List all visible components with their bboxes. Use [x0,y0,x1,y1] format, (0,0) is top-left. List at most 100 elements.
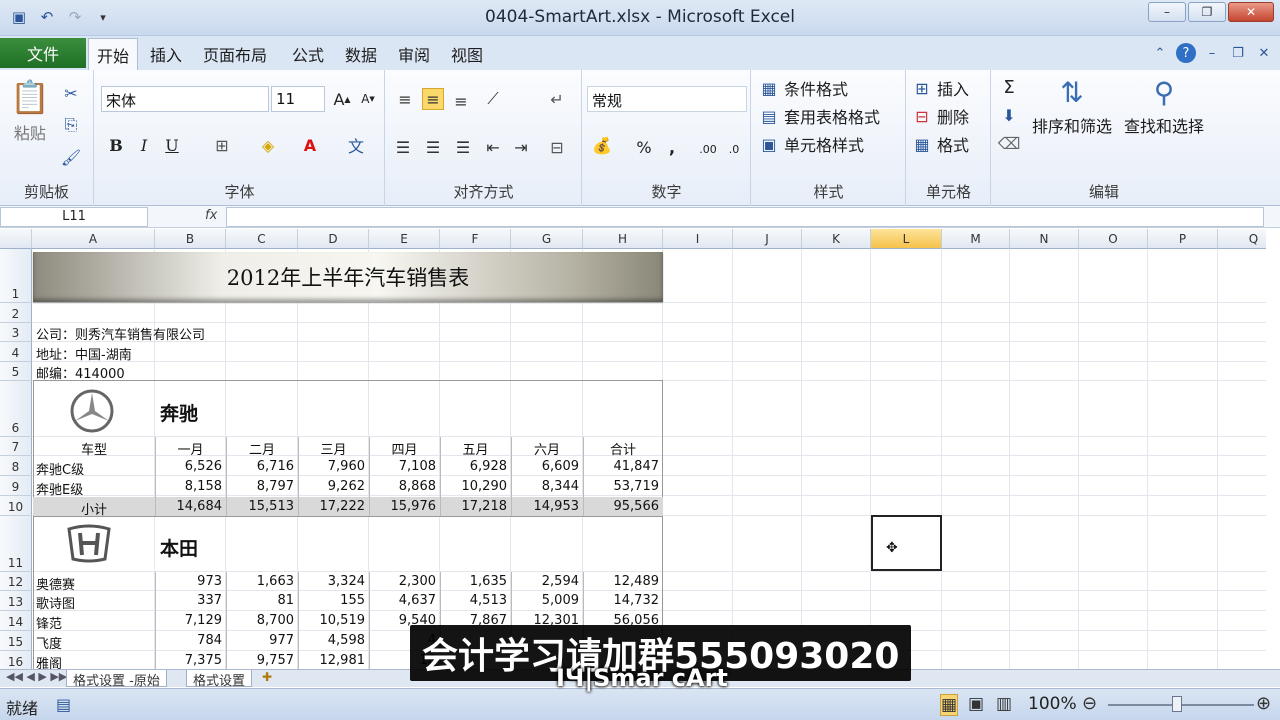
restore-button[interactable]: ❐ [1188,2,1226,22]
table-header-cell[interactable]: 六月 [511,439,583,458]
table-cell[interactable]: 14,684 [155,499,226,514]
align-top-icon[interactable]: ≡ [394,88,416,110]
sheet-tab-original[interactable]: 格式设置 -原始 [66,670,167,689]
cut-icon[interactable]: ✂ [60,82,82,104]
table-cell[interactable]: 4,637 [369,593,440,608]
table-cell[interactable]: 14,732 [583,593,663,608]
table-cell[interactable]: 4,513 [440,593,511,608]
autosum-icon[interactable]: Σ [998,76,1020,98]
table-header-cell[interactable]: 五月 [440,439,511,458]
table-cell[interactable]: 95,566 [583,499,663,514]
tab-view[interactable]: 视图 [451,42,483,66]
fill-icon[interactable]: ⬇ [998,104,1020,126]
close-button[interactable]: ✕ [1228,2,1274,22]
table-cell[interactable]: 7,129 [155,613,226,628]
find-select-button[interactable]: ⚲ 查找和选择 [1124,76,1204,137]
table-cell[interactable]: 10,519 [298,613,369,628]
table-cell[interactable]: 6,716 [226,459,298,474]
help-icon[interactable]: ? [1176,43,1196,63]
fill-color-icon[interactable]: ◈ [257,134,279,156]
minimize-ribbon-icon[interactable]: ⌃ [1150,43,1170,63]
paste-button[interactable]: 📋 粘贴 [10,78,50,144]
workbook-restore-icon[interactable]: ❐ [1228,43,1248,63]
table-header-cell[interactable]: 合计 [583,439,663,458]
row-header[interactable]: 1 [0,249,32,303]
decrease-decimal-icon[interactable]: .0 [723,138,745,160]
macro-record-icon[interactable]: ▤ [56,695,71,714]
table-header-cell[interactable]: 四月 [369,439,440,458]
normal-view-icon[interactable]: ▦ [940,694,959,716]
table-cell[interactable]: 973 [155,574,226,589]
row-header[interactable]: 7 [0,437,32,456]
align-center-icon[interactable]: ☰ [422,136,444,158]
table-cell[interactable]: 歌诗图 [33,593,155,612]
borders-icon[interactable]: ⊞ [211,134,233,156]
table-header-cell[interactable]: 车型 [33,439,155,458]
delete-cells-button[interactable]: ⊟ 删除 [911,104,969,128]
zoom-slider-thumb[interactable] [1172,696,1182,712]
clear-icon[interactable]: ⌫ [998,132,1021,154]
name-box[interactable]: L11 [0,207,148,227]
table-cell[interactable]: 雅阁 [33,653,155,669]
format-painter-icon[interactable]: 🖌 [60,146,82,168]
row-header[interactable]: 6 [0,381,32,437]
row-header[interactable]: 3 [0,323,32,342]
wrap-text-icon[interactable]: ↵ [546,88,568,110]
table-cell[interactable]: 784 [155,633,226,648]
percent-icon[interactable]: % [633,136,655,158]
row-header[interactable]: 11 [0,516,32,572]
row-header[interactable]: 13 [0,591,32,611]
column-header[interactable]: I [663,229,733,249]
italic-icon[interactable]: I [133,134,155,156]
bold-icon[interactable]: B [105,134,127,156]
tab-home[interactable]: 开始 [88,38,139,70]
table-cell[interactable]: 8,700 [226,613,298,628]
table-cell[interactable]: 8,344 [511,479,583,494]
align-bottom-icon[interactable]: ≡ [450,90,472,112]
tab-file[interactable]: 文件 [0,38,86,68]
table-cell[interactable]: 12,981 [298,653,369,668]
table-cell[interactable]: 53,719 [583,479,663,494]
table-cell[interactable]: 7,960 [298,459,369,474]
tab-insert[interactable]: 插入 [150,42,182,66]
row-header[interactable]: 16 [0,651,32,669]
table-cell[interactable]: 9,262 [298,479,369,494]
table-cell[interactable]: 17,218 [440,499,511,514]
table-cell[interactable]: 81 [226,593,298,608]
increase-decimal-icon[interactable]: .00 [697,138,719,160]
row-header[interactable]: 4 [0,342,32,362]
table-cell[interactable]: 6,526 [155,459,226,474]
row-header[interactable]: 2 [0,303,32,323]
table-cell[interactable]: 2,594 [511,574,583,589]
new-sheet-icon[interactable]: ✚ [262,670,272,684]
table-cell[interactable]: 6,928 [440,459,511,474]
table-cell[interactable]: 15,513 [226,499,298,514]
table-header-cell[interactable]: 三月 [298,439,369,458]
phonetic-icon[interactable]: 文 [345,134,367,156]
column-header[interactable]: Q [1218,229,1266,249]
table-cell[interactable]: 7,108 [369,459,440,474]
row-header[interactable]: 12 [0,572,32,591]
table-cell[interactable]: 8,868 [369,479,440,494]
workbook-minimize-icon[interactable]: – [1202,43,1222,63]
row-header[interactable]: 10 [0,496,32,516]
table-cell[interactable]: 17,222 [298,499,369,514]
shrink-font-icon[interactable]: A ▼ [357,88,379,110]
active-cell-selection[interactable] [871,515,942,571]
align-left-icon[interactable]: ☰ [392,136,414,158]
column-header[interactable]: P [1148,229,1218,249]
table-header-cell[interactable]: 二月 [226,439,298,458]
align-right-icon[interactable]: ☰ [452,136,474,158]
column-header[interactable]: E [369,229,440,249]
page-break-view-icon[interactable]: ▥ [996,694,1012,714]
table-cell[interactable]: 奔驰C级 [33,459,155,478]
column-header[interactable]: H [583,229,663,249]
worksheet-grid[interactable]: ABCDEFGHIJKLMNOPQ 1 2 3 4 5 6 7 8 9 10 11 12 13 14 15 1… [0,229,1266,669]
column-header[interactable]: C [226,229,298,249]
column-header[interactable]: L [871,229,942,249]
column-header[interactable]: A [32,229,155,249]
row-header[interactable]: 9 [0,476,32,496]
table-cell[interactable]: 1,663 [226,574,298,589]
table-cell[interactable]: 15,976 [369,499,440,514]
row-header[interactable]: 5 [0,362,32,381]
